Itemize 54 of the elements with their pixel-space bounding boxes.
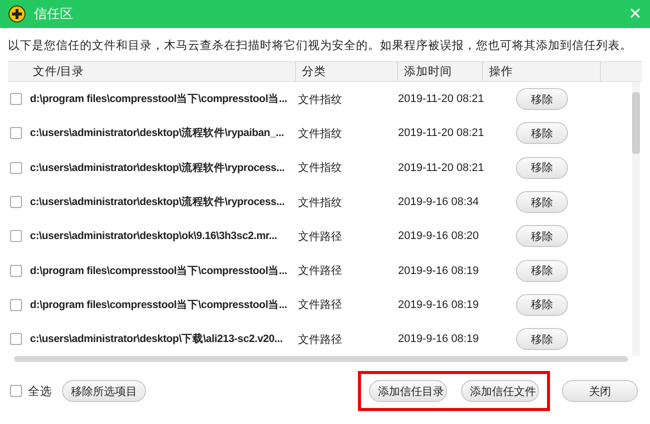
path-cell-text: c:\users\administrator\desktop\流程软件\ryprocess... bbox=[30, 160, 286, 175]
remove-button[interactable]: 移除 bbox=[516, 294, 568, 316]
description-text: 以下是您信任的文件和目录，木马云查杀在扫描时将它们视为安全的。如果程序被误报，您也可将其添加到信任列表。 bbox=[8, 38, 633, 53]
remove-button[interactable]: 移除 bbox=[516, 191, 568, 214]
add-trust-button[interactable]: 添加信任文件 bbox=[461, 380, 539, 402]
time-cell-text: 2019-9-16 08:19 bbox=[398, 264, 480, 277]
time-cell-text: 2019-9-16 08:19 bbox=[398, 333, 480, 346]
path-cell-text: d:\program files\compresstool当下\compresstool当... bbox=[30, 264, 288, 278]
path-cell-text: d:\program files\compresstool当下\compresstool当... bbox=[30, 92, 288, 106]
select-all-label: 全选 bbox=[28, 384, 52, 398]
column-header: 文件/目录 bbox=[8, 62, 296, 81]
path-cell-text: c:\users\administrator\desktop\流程软件\ryprocess... bbox=[30, 195, 286, 210]
time-cell-text: 2019-11-20 08:21 bbox=[398, 93, 486, 106]
row-checkbox[interactable] bbox=[10, 264, 22, 277]
row-checkbox[interactable] bbox=[10, 162, 22, 174]
horizontal-scrollbar[interactable] bbox=[14, 356, 628, 362]
time-cell-text: 2019-9-16 08:20 bbox=[398, 230, 480, 242]
column-header: 操作 bbox=[483, 62, 601, 81]
category-cell-text: 文件指纹 bbox=[298, 126, 343, 141]
time-cell-text: 2019-9-16 08:19 bbox=[398, 298, 480, 311]
path-cell-text: c:\users\administrator\desktop\下载\ali213-sc2.v20... bbox=[30, 332, 284, 346]
remove-selected-button[interactable]: 移除所选项目 bbox=[62, 380, 146, 402]
time-cell-text: 2019-11-20 08:21 bbox=[398, 162, 486, 174]
path-cell-text: c:\users\administrator\desktop\ok\9.16\3h3sc2.mr... bbox=[30, 230, 278, 242]
select-all-checkbox[interactable] bbox=[10, 385, 22, 397]
time-cell-text: 2019-11-20 08:21 bbox=[398, 127, 486, 140]
remove-button[interactable]: 移除 bbox=[516, 88, 568, 110]
time-cell-text: 2019-9-16 08:34 bbox=[398, 196, 480, 208]
category-cell-text: 文件路径 bbox=[298, 264, 343, 278]
add-trust-button[interactable]: 添加信任目录 bbox=[369, 380, 447, 402]
category-cell-text: 文件路径 bbox=[298, 298, 343, 312]
remove-button[interactable]: 移除 bbox=[516, 122, 568, 144]
remove-button[interactable]: 移除 bbox=[516, 156, 568, 179]
remove-button[interactable]: 移除 bbox=[516, 225, 568, 248]
remove-button[interactable]: 移除 bbox=[516, 260, 568, 282]
row-checkbox[interactable] bbox=[10, 333, 22, 346]
close-dialog-button[interactable]: 关闭 bbox=[562, 380, 638, 402]
category-cell-text: 文件指纹 bbox=[298, 92, 343, 107]
path-cell-text: d:\program files\compresstool当下\compresstool当... bbox=[30, 298, 288, 312]
category-cell-text: 文件指纹 bbox=[298, 160, 343, 176]
row-checkbox[interactable] bbox=[10, 230, 22, 242]
path-cell-text: c:\users\administrator\desktop\流程软件\rypaiban_... bbox=[30, 126, 285, 140]
row-checkbox[interactable] bbox=[10, 298, 22, 311]
column-header: 添加时间 bbox=[398, 62, 483, 81]
category-cell-text: 文件路径 bbox=[298, 230, 343, 244]
window-title: 信任区 bbox=[34, 5, 74, 23]
row-checkbox[interactable] bbox=[10, 196, 22, 208]
category-cell-text: 文件路径 bbox=[298, 332, 343, 347]
vertical-scrollbar[interactable] bbox=[632, 82, 640, 356]
row-checkbox[interactable] bbox=[10, 127, 22, 140]
remove-button[interactable]: 移除 bbox=[516, 328, 568, 350]
column-header: 分类 bbox=[296, 62, 398, 81]
category-cell-text: 文件指纹 bbox=[298, 196, 343, 210]
row-checkbox[interactable] bbox=[10, 93, 22, 106]
